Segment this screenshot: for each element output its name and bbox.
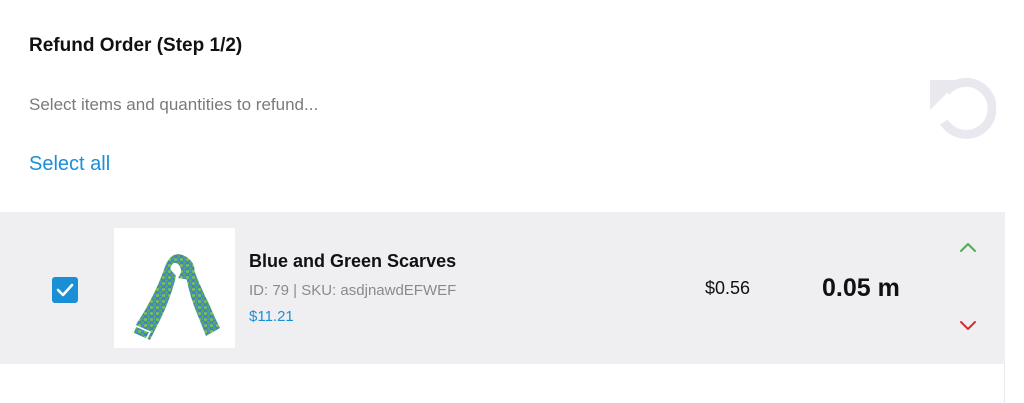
page-title: Refund Order (Step 1/2) xyxy=(29,35,243,56)
chevron-down-icon[interactable] xyxy=(956,317,980,335)
refund-order-page: Refund Order (Step 1/2) Select items and… xyxy=(0,0,1024,403)
item-quantity: 0.05 m xyxy=(822,274,900,302)
undo-icon[interactable] xyxy=(926,70,996,140)
item-id-sku: ID: 79 | SKU: asdjnawdEFWEF xyxy=(249,282,457,299)
select-all-link[interactable]: Select all xyxy=(29,151,110,177)
item-refund-amount: $0.56 xyxy=(705,278,751,298)
item-unit-price: $11.21 xyxy=(249,308,294,325)
item-name: Blue and Green Scarves xyxy=(249,251,457,271)
item-checkbox[interactable] xyxy=(52,277,78,303)
page-subtitle: Select items and quantities to refund... xyxy=(29,95,319,114)
product-image xyxy=(114,228,235,348)
list-item: Blue and Green Scarves ID: 79 | SKU: asd… xyxy=(0,212,1005,364)
checkmark-icon xyxy=(56,283,74,297)
chevron-up-icon[interactable] xyxy=(956,238,980,256)
